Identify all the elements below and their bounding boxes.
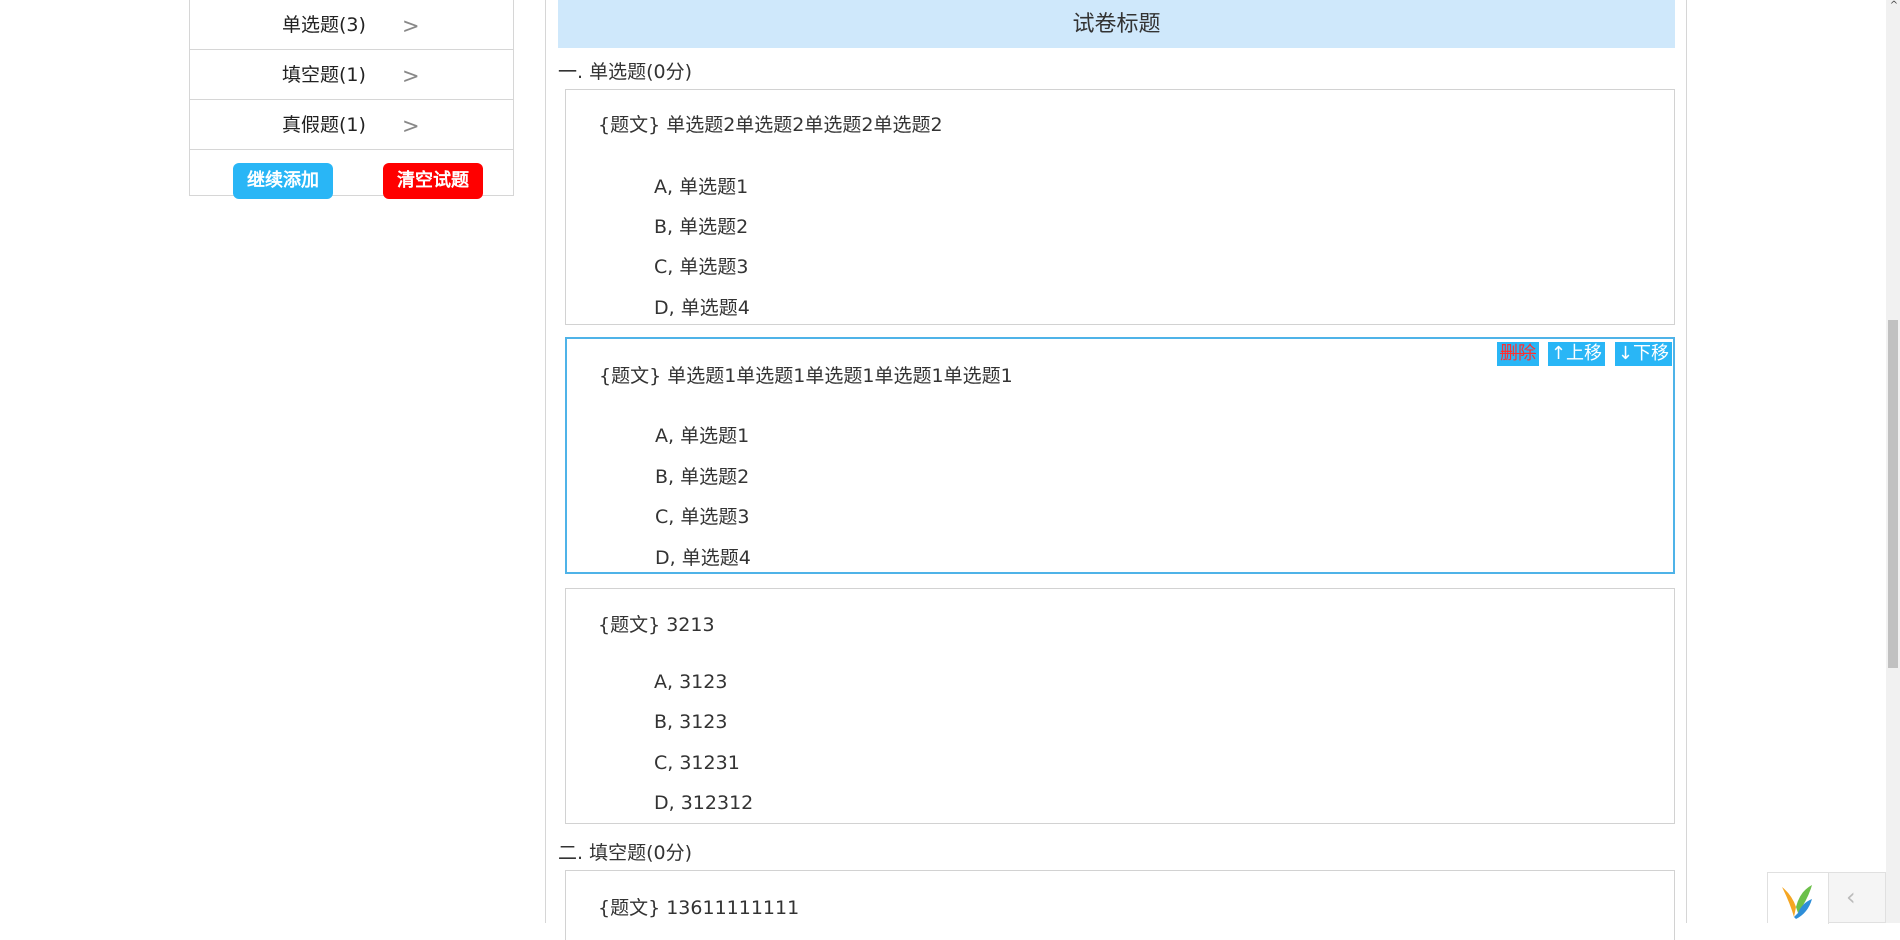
question-text: {题文} 3213	[598, 614, 715, 636]
question-text: {题文} 13611111111	[598, 897, 800, 919]
continue-add-button[interactable]: 继续添加	[233, 163, 333, 199]
yii-logo-icon[interactable]	[1768, 873, 1829, 924]
chevron-right-icon: >	[402, 113, 420, 138]
question-card[interactable]: {题文} 13611111111	[565, 870, 1675, 940]
option-d: D, 单选题4	[655, 547, 751, 569]
sidebar-item-label: 单选题(3)	[282, 13, 366, 36]
move-down-button[interactable]: ↓下移	[1614, 342, 1672, 366]
sidebar-actions: 继续添加 清空试题	[190, 150, 513, 207]
question-card-selected[interactable]: 删除 ↑上移 ↓下移 {题文} 单选题1单选题1单选题1单选题1单选题1 A, …	[565, 337, 1675, 574]
sidebar-item-label: 真假题(1)	[282, 113, 366, 136]
option-d: D, 单选题4	[654, 297, 750, 319]
scroll-up-icon[interactable]: ^	[1888, 0, 1900, 14]
option-a: A, 3123	[654, 671, 728, 693]
option-b: B, 单选题2	[655, 466, 750, 488]
section-heading: 一. 单选题(0分)	[558, 61, 692, 83]
option-b: B, 单选题2	[654, 216, 749, 238]
sidebar-item-label: 填空题(1)	[282, 63, 366, 86]
sidebar-item-fill-blank[interactable]: 填空题(1) >	[190, 50, 513, 100]
option-c: C, 单选题3	[655, 506, 750, 528]
question-type-sidebar: 单选题(3) > 填空题(1) > 真假题(1) > 继续添加 清空试题	[189, 0, 514, 199]
paper-title: 试卷标题	[558, 0, 1675, 48]
option-b: B, 3123	[654, 711, 728, 733]
chevron-right-icon: >	[402, 63, 420, 88]
sidebar-item-true-false[interactable]: 真假题(1) >	[190, 100, 513, 150]
option-c: C, 31231	[654, 752, 740, 774]
chevron-right-icon: >	[402, 13, 420, 38]
question-text: {题文} 单选题1单选题1单选题1单选题1单选题1	[599, 365, 1013, 387]
question-text: {题文} 单选题2单选题2单选题2单选题2	[598, 114, 943, 136]
scrollbar-thumb[interactable]	[1888, 320, 1898, 668]
option-c: C, 单选题3	[654, 256, 749, 278]
option-a: A, 单选题1	[655, 425, 750, 447]
sidebar-item-single-choice[interactable]: 单选题(3) >	[190, 0, 513, 50]
option-d: D, 312312	[654, 792, 754, 814]
delete-button[interactable]: 删除	[1497, 342, 1539, 366]
question-card[interactable]: {题文} 3213 A, 3123 B, 3123 C, 31231 D, 31…	[565, 588, 1675, 824]
question-card[interactable]: {题文} 单选题2单选题2单选题2单选题2 A, 单选题1 B, 单选题2 C,…	[565, 89, 1675, 325]
debug-toolbar-widget[interactable]: ‹	[1767, 872, 1886, 924]
chevron-left-icon[interactable]: ‹	[1846, 883, 1856, 911]
move-up-button[interactable]: ↑上移	[1547, 342, 1605, 366]
section-heading: 二. 填空题(0分)	[558, 842, 692, 864]
option-a: A, 单选题1	[654, 176, 749, 198]
clear-questions-button[interactable]: 清空试题	[383, 163, 483, 199]
